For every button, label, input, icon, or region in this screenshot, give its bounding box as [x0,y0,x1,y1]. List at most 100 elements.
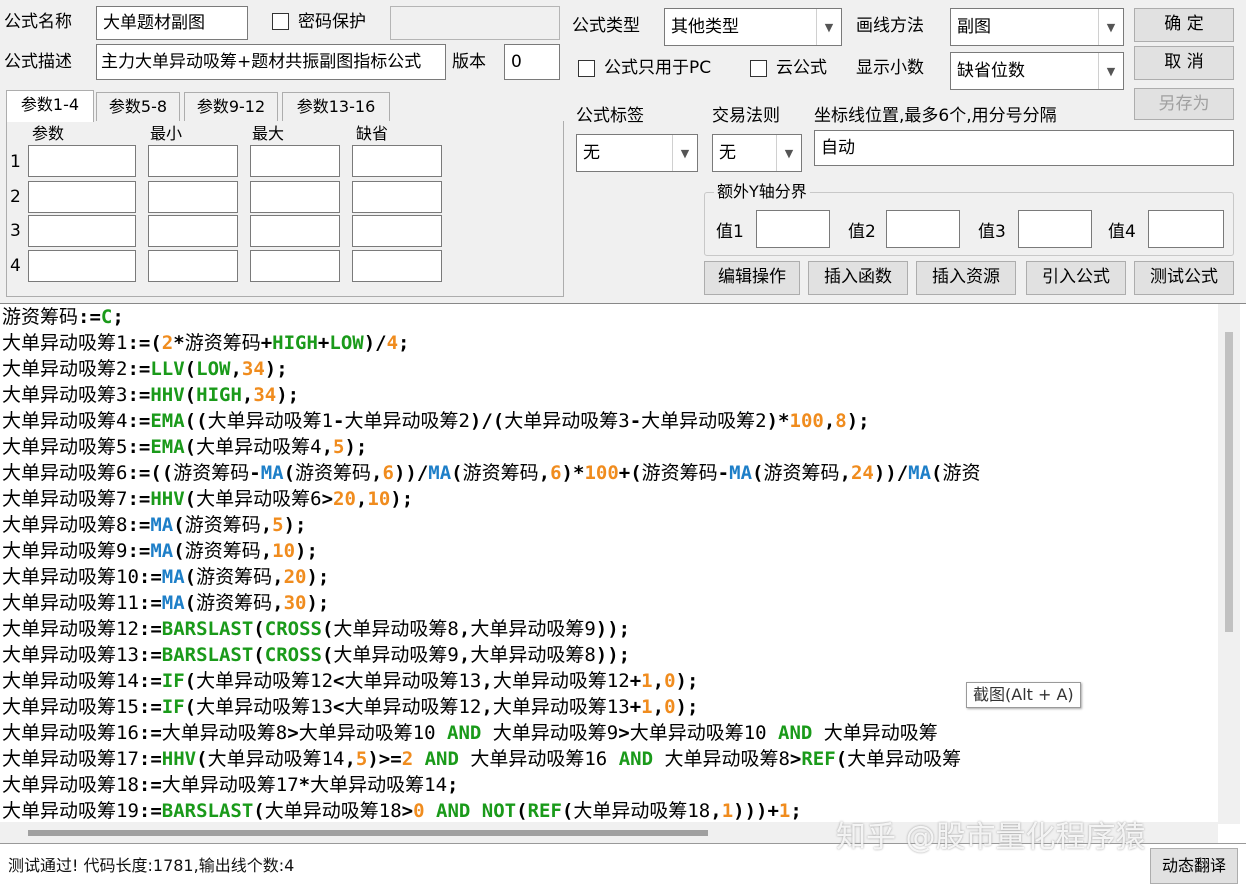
param-2-max[interactable] [250,181,340,213]
edit-operation-button[interactable]: 编辑操作 [704,261,800,295]
code-line: 大单异动吸筹2:=LLV(LOW,34); [2,358,288,380]
code-line: 大单异动吸筹15:=IF(大单异动吸筹13<大单异动吸筹12,大单异动吸筹13+… [2,696,699,718]
param-1-name[interactable] [28,145,136,177]
chevron-down-icon: ▼ [776,135,801,171]
password-label: 密码保护 [298,12,366,32]
pc-only-label: 公式只用于PC [604,58,712,78]
code-line: 大单异动吸筹11:=MA(游资筹码,30); [2,592,330,614]
param-3-default[interactable] [352,215,442,247]
draw-method-label: 画线方法 [856,16,924,36]
formula-type-select[interactable]: 其他类型 ▼ [664,8,842,46]
trade-rule-label: 交易法则 [712,106,780,126]
param-row-number: 1 [10,152,21,172]
formula-tag-label: 公式标签 [576,106,644,126]
formula-desc-label: 公式描述 [4,52,72,72]
code-line: 游资筹码:=C; [2,306,124,328]
value-3-input[interactable] [1018,210,1092,248]
formula-tag-value: 无 [583,143,600,163]
formula-desc-input[interactable]: 主力大单异动吸筹+题材共振副图指标公式 [96,44,446,80]
status-text: 测试通过! 代码长度:1781,输出线个数:4 [8,856,295,875]
value-4-input[interactable] [1148,210,1224,248]
axis-position-input[interactable]: 自动 [814,130,1234,166]
chevron-down-icon: ▼ [672,135,697,171]
param-col-min: 最小 [150,124,183,143]
save-as-button: 另存为 [1134,88,1234,120]
code-line: 大单异动吸筹4:=EMA((大单异动吸筹1-大单异动吸筹2)/(大单异动吸筹3-… [2,410,870,432]
cloud-checkbox[interactable] [750,60,767,81]
code-line: 大单异动吸筹9:=MA(游资筹码,10); [2,540,318,562]
param-row-number: 3 [10,221,21,241]
value-4-label: 值4 [1108,222,1136,242]
param-4-min[interactable] [148,250,238,282]
trade-rule-select[interactable]: 无 ▼ [712,134,802,172]
value-2-label: 值2 [848,222,876,242]
decimals-label: 显示小数 [856,58,924,78]
tab-params-9-12[interactable]: 参数9-12 [184,92,278,121]
tab-params-1-4[interactable]: 参数1-4 [6,90,94,122]
value-2-input[interactable] [886,210,960,248]
version-input[interactable]: 0 [504,44,560,80]
password-input [390,6,560,40]
tab-params-13-16[interactable]: 参数13-16 [282,92,390,121]
code-line: 大单异动吸筹10:=MA(游资筹码,20); [2,566,330,588]
param-col-name: 参数 [32,124,65,143]
draw-method-value: 副图 [957,17,991,37]
screenshot-tooltip: 截图(Alt + A) [966,682,1081,708]
code-line: 大单异动吸筹5:=EMA(大单异动吸筹4,5); [2,436,368,458]
value-1-input[interactable] [756,210,830,248]
trade-rule-value: 无 [719,143,736,163]
decimals-value: 缺省位数 [957,61,1025,81]
code-line: 大单异动吸筹14:=IF(大单异动吸筹12<大单异动吸筹13,大单异动吸筹12+… [2,670,699,692]
param-3-min[interactable] [148,215,238,247]
param-2-min[interactable] [148,181,238,213]
code-line: 大单异动吸筹1:=(2*游资筹码+HIGH+LOW)/4; [2,332,410,354]
code-text[interactable]: 游资筹码:=C; 大单异动吸筹1:=(2*游资筹码+HIGH+LOW)/4; 大单异… [2,304,981,824]
test-formula-button[interactable]: 测试公式 [1134,261,1234,295]
formula-name-input[interactable]: 大单题材副图 [96,6,248,40]
param-row-number: 4 [10,256,21,276]
param-col-default: 缺省 [356,124,389,143]
param-1-default[interactable] [352,145,442,177]
param-3-name[interactable] [28,215,136,247]
insert-resource-button[interactable]: 插入资源 [916,261,1016,295]
param-2-name[interactable] [28,181,136,213]
decimals-select[interactable]: 缺省位数 ▼ [950,52,1124,90]
watermark-text: 知乎 @股市量化程序猿 [836,820,1146,855]
cloud-label: 云公式 [776,58,827,78]
param-4-name[interactable] [28,250,136,282]
extra-y-axis-label: 额外Y轴分界 [714,180,810,204]
value-3-label: 值3 [978,222,1006,242]
param-4-default[interactable] [352,250,442,282]
tab-params-5-8[interactable]: 参数5-8 [96,92,180,121]
formula-type-label: 公式类型 [572,16,640,36]
code-line: 大单异动吸筹3:=HHV(HIGH,34); [2,384,300,406]
draw-method-select[interactable]: 副图 ▼ [950,8,1124,46]
param-1-max[interactable] [250,145,340,177]
chevron-down-icon: ▼ [1098,9,1123,45]
pc-only-checkbox[interactable] [578,60,595,81]
vertical-scrollbar[interactable] [1218,304,1240,824]
code-line: 大单异动吸筹19:=BARSLAST(大单异动吸筹18>0 AND NOT(RE… [2,800,802,822]
password-checkbox[interactable] [272,13,289,34]
ok-button[interactable]: 确 定 [1134,8,1234,42]
param-2-default[interactable] [352,181,442,213]
param-row-number: 2 [10,187,21,207]
param-3-max[interactable] [250,215,340,247]
dynamic-translate-button[interactable]: 动态翻译 [1150,848,1238,884]
code-line: 大单异动吸筹12:=BARSLAST(CROSS(大单异动吸筹8,大单异动吸筹9… [2,618,631,640]
scrollbar-thumb[interactable] [1225,332,1233,632]
formula-tag-select[interactable]: 无 ▼ [576,134,698,172]
param-4-max[interactable] [250,250,340,282]
code-line: 大单异动吸筹16:=大单异动吸筹8>大单异动吸筹10 AND 大单异动吸筹9>大… [2,722,938,744]
param-1-min[interactable] [148,145,238,177]
formula-type-value: 其他类型 [671,17,739,37]
insert-function-button[interactable]: 插入函数 [808,261,908,295]
code-line: 大单异动吸筹17:=HHV(大单异动吸筹14,5)>=2 AND 大单异动吸筹1… [2,748,962,770]
import-formula-button[interactable]: 引入公式 [1026,261,1126,295]
version-label: 版本 [452,52,486,72]
chevron-down-icon: ▼ [1098,53,1123,89]
scrollbar-thumb[interactable] [28,830,708,836]
value-1-label: 值1 [716,222,744,242]
cancel-button[interactable]: 取 消 [1134,46,1234,80]
code-editor[interactable]: 游资筹码:=C; 大单异动吸筹1:=(2*游资筹码+HIGH+LOW)/4; 大单异… [0,303,1246,843]
